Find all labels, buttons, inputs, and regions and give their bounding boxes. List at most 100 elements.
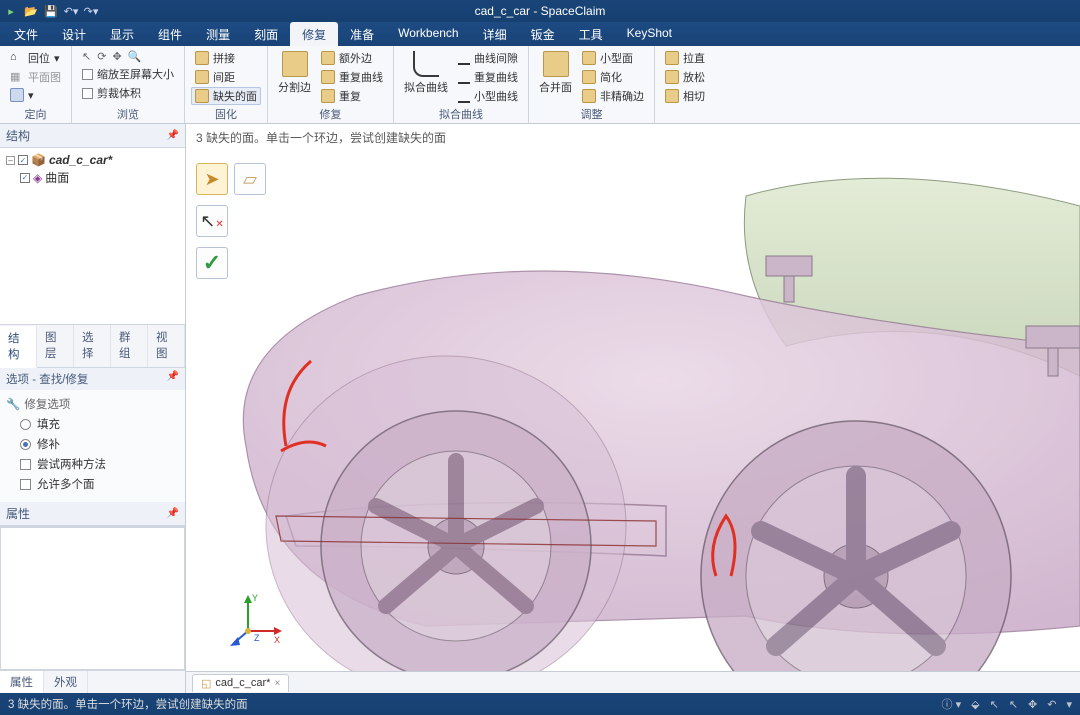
- dup-curves-button[interactable]: 重复曲线: [317, 68, 387, 86]
- tab-keyshot[interactable]: KeyShot: [615, 22, 684, 46]
- subtab-layers[interactable]: 图层: [37, 325, 74, 367]
- structure-panel-header[interactable]: 结构 📌: [0, 124, 185, 148]
- straighten-button[interactable]: 拉直: [661, 49, 709, 67]
- doc-tab-1[interactable]: ◱ cad_c_car* ×: [192, 674, 289, 692]
- dup-curve2-button[interactable]: 重复曲线: [454, 68, 522, 86]
- play-icon[interactable]: ▸: [4, 4, 18, 18]
- fit-curve-label: 拟合曲线: [404, 79, 448, 95]
- confirm-tool[interactable]: ✓: [196, 247, 228, 279]
- cursor-alt-icon[interactable]: ↖: [1009, 698, 1018, 711]
- radio-icon[interactable]: [20, 439, 31, 450]
- plan-view-button[interactable]: ▦平面图: [6, 68, 65, 86]
- pan-icon[interactable]: ✥: [1028, 698, 1037, 711]
- options-section-header[interactable]: 🔧 修复选项: [6, 394, 179, 414]
- tab-file[interactable]: 文件: [2, 22, 50, 46]
- small-faces-button[interactable]: 小型面: [578, 49, 648, 67]
- nav-triad-icon[interactable]: ⬙: [971, 698, 979, 711]
- missing-faces-button[interactable]: 缺失的面: [191, 87, 261, 105]
- spin-icon: ⟳: [97, 50, 106, 63]
- option-multi-face[interactable]: 允许多个面: [6, 474, 179, 494]
- checkbox-icon[interactable]: ✓: [20, 173, 30, 183]
- tab-repair[interactable]: 修复: [290, 22, 338, 46]
- ribbon: ⌂回位▾ ▦平面图 ▾ 定向 ↖⟳✥🔍 缩放至屏幕大小 剪裁体积 浏览 拼接 间…: [0, 46, 1080, 124]
- tab-tools[interactable]: 工具: [567, 22, 615, 46]
- tab-display[interactable]: 显示: [98, 22, 146, 46]
- tree-child-label: 曲面: [45, 169, 69, 186]
- ribbon-group-orient: ⌂回位▾ ▦平面图 ▾ 定向: [0, 46, 72, 123]
- duplicates-button[interactable]: 重复: [317, 87, 387, 105]
- extra-edges-icon: [321, 51, 335, 65]
- radio-icon[interactable]: [20, 419, 31, 430]
- panel-pin-icon[interactable]: 📌: [167, 371, 179, 387]
- panel-pin-icon[interactable]: 📌: [167, 130, 179, 141]
- folder-open-icon[interactable]: 📂: [24, 4, 38, 18]
- properties-header[interactable]: 属性 📌: [0, 502, 185, 526]
- tab-design[interactable]: 设计: [50, 22, 98, 46]
- small-curve-button[interactable]: 小型曲线: [454, 87, 522, 105]
- tab-workbench[interactable]: Workbench: [386, 22, 470, 46]
- pan-icon: ✥: [112, 50, 121, 63]
- checkbox-icon[interactable]: [20, 479, 31, 490]
- extra-edges-button[interactable]: 额外边: [317, 49, 387, 67]
- panel-pin-icon[interactable]: 📌: [167, 508, 179, 519]
- proptab-properties[interactable]: 属性: [0, 671, 44, 693]
- tab-sheetmetal[interactable]: 钣金: [519, 22, 567, 46]
- tab-facet[interactable]: 刻面: [242, 22, 290, 46]
- home-view-button[interactable]: ⌂回位▾: [6, 49, 65, 67]
- tab-component[interactable]: 组件: [146, 22, 194, 46]
- undo-icon[interactable]: ↶: [1047, 698, 1056, 711]
- option-patch[interactable]: 修补: [6, 434, 179, 454]
- info-icon[interactable]: ⓘ ▾: [942, 696, 962, 712]
- tree-child[interactable]: ✓ ◈ 曲面: [6, 168, 179, 187]
- select-tool[interactable]: ➤: [196, 163, 228, 195]
- zoom-fit-button[interactable]: 缩放至屏幕大小: [78, 65, 178, 83]
- redo-icon[interactable]: ↷▾: [84, 4, 98, 18]
- structure-tree[interactable]: – ✓ 📦 cad_c_car* ✓ ◈ 曲面: [0, 148, 185, 324]
- split-edge-label: 分割边: [278, 79, 311, 95]
- iso-view-button[interactable]: ▾: [6, 87, 65, 103]
- cursor-icon[interactable]: ↖: [990, 698, 999, 711]
- axis-triad[interactable]: Y X Z: [228, 591, 284, 647]
- tab-measure[interactable]: 测量: [194, 22, 242, 46]
- gaps-button[interactable]: 间距: [191, 68, 261, 86]
- curve-gap-button[interactable]: 曲线间隙: [454, 49, 522, 67]
- subtab-selection[interactable]: 选择: [74, 325, 111, 367]
- simplify-button[interactable]: 简化: [578, 68, 648, 86]
- proptab-appearance[interactable]: 外观: [44, 671, 88, 693]
- relax-label: 放松: [683, 69, 705, 85]
- clip-volume-button[interactable]: 剪裁体积: [78, 84, 178, 102]
- close-icon[interactable]: ×: [274, 678, 280, 689]
- plan-view-label: 平面图: [28, 69, 61, 85]
- straighten-icon: [665, 51, 679, 65]
- merge-faces-label: 合并面: [539, 79, 572, 95]
- option-try-both[interactable]: 尝试两种方法: [6, 454, 179, 474]
- tab-detail[interactable]: 详细: [471, 22, 519, 46]
- structure-title: 结构: [6, 127, 30, 144]
- component-icon: 📦: [31, 153, 46, 167]
- checkbox-icon[interactable]: ✓: [18, 155, 28, 165]
- subtab-structure[interactable]: 结构: [0, 326, 37, 368]
- tab-prepare[interactable]: 准备: [338, 22, 386, 46]
- subtab-groups[interactable]: 群组: [111, 325, 148, 367]
- option-fill[interactable]: 填充: [6, 414, 179, 434]
- dropdown-icon[interactable]: ▾: [1066, 698, 1072, 711]
- checkbox-icon[interactable]: [20, 459, 31, 470]
- fit-curve-button[interactable]: 拟合曲线: [400, 49, 452, 97]
- relax-button[interactable]: 放松: [661, 68, 709, 86]
- undo-icon[interactable]: ↶▾: [64, 4, 78, 18]
- surface-tool[interactable]: ▱: [234, 163, 266, 195]
- deselect-tool[interactable]: ↖✕: [196, 205, 228, 237]
- properties-textarea[interactable]: [0, 527, 185, 670]
- options-panel: 选项 - 查找/修复 📌 🔧 修复选项 填充 修补 尝试两种方法 允许多个面: [0, 368, 185, 502]
- inexact-edges-button[interactable]: 非精确边: [578, 87, 648, 105]
- tree-root[interactable]: – ✓ 📦 cad_c_car*: [6, 152, 179, 168]
- canvas-3d[interactable]: ➤ ▱ ↖✕ ✓: [186, 151, 1080, 671]
- save-icon[interactable]: 💾: [44, 4, 58, 18]
- merge-faces-button[interactable]: 合并面: [535, 49, 576, 97]
- nav-icons-row[interactable]: ↖⟳✥🔍: [78, 49, 178, 64]
- subtab-views[interactable]: 视图: [148, 325, 185, 367]
- split-edge-button[interactable]: 分割边: [274, 49, 315, 97]
- tangent-button[interactable]: 相切: [661, 87, 709, 105]
- stitch-button[interactable]: 拼接: [191, 49, 261, 67]
- expand-icon[interactable]: –: [6, 156, 15, 165]
